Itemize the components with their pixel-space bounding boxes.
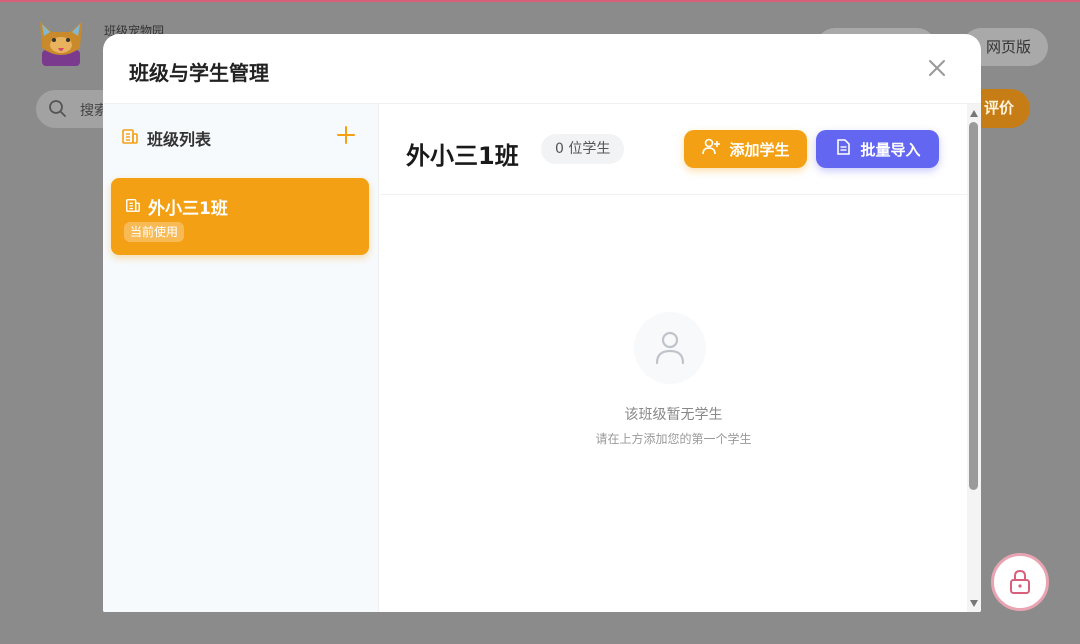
- scroll-thumb[interactable]: [969, 122, 978, 490]
- batch-import-label: 批量导入: [860, 140, 921, 159]
- class-student-modal: 班级与学生管理 班级列表 外小三1班 当前使用 外小三1班 0 位学生 添加学生…: [103, 34, 981, 612]
- search-icon: [48, 99, 68, 119]
- lock-button[interactable]: [991, 553, 1049, 611]
- add-student-button[interactable]: 添加学生: [684, 130, 807, 168]
- plus-icon: [337, 126, 355, 144]
- scroll-up-arrow[interactable]: [970, 110, 978, 117]
- empty-state-user-icon: [634, 312, 706, 384]
- add-student-label: 添加学生: [729, 140, 790, 159]
- document-icon: [834, 138, 852, 160]
- class-card-selected[interactable]: 外小三1班 当前使用: [111, 178, 369, 255]
- student-count-badge: 0 位学生: [541, 134, 625, 164]
- batch-import-button[interactable]: 批量导入: [816, 130, 939, 168]
- building-icon: [121, 127, 139, 149]
- lock-icon: [1010, 569, 1030, 594]
- add-class-button[interactable]: [335, 124, 357, 146]
- class-list-panel: 班级列表 外小三1班 当前使用: [103, 104, 379, 612]
- current-use-badge: 当前使用: [124, 222, 185, 242]
- class-list-header: 班级列表: [121, 126, 211, 150]
- scroll-down-arrow[interactable]: [970, 600, 978, 607]
- class-card-name: 外小三1班: [148, 199, 228, 219]
- close-icon[interactable]: [923, 54, 951, 82]
- empty-state-title: 该班级暂无学生: [624, 407, 723, 423]
- class-list-title: 班级列表: [147, 130, 212, 149]
- app-logo: [36, 18, 86, 68]
- scrollbar[interactable]: [967, 104, 981, 612]
- class-heading: 外小三1班: [406, 142, 519, 170]
- user-plus-icon: [701, 137, 721, 161]
- empty-state-subtitle: 请在上方添加您的第一个学生: [595, 432, 752, 446]
- class-detail-panel: 外小三1班 0 位学生 添加学生 批量导入 该班级暂无学生 请在上方添加您的第一…: [380, 104, 967, 612]
- modal-title: 班级与学生管理: [129, 61, 269, 85]
- top-accent-line: [0, 0, 1080, 2]
- detail-divider: [380, 194, 967, 195]
- building-icon: [125, 197, 141, 217]
- modal-header: 班级与学生管理: [103, 34, 981, 104]
- class-card-name-row: 外小三1班: [125, 194, 228, 219]
